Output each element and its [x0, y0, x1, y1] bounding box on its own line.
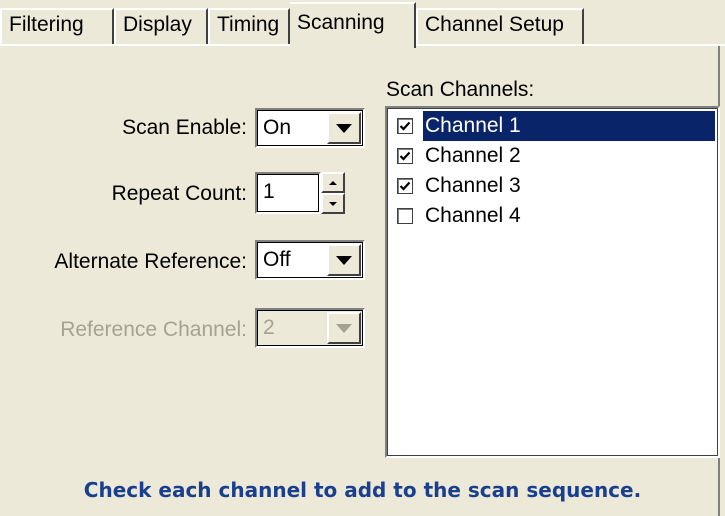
chevron-down-icon — [336, 255, 352, 265]
tab-filtering[interactable]: Filtering — [0, 8, 114, 46]
tab-label: Filtering — [9, 13, 84, 36]
list-item-label: Channel 3 — [425, 174, 521, 197]
scan-enable-label: Scan Enable: — [122, 116, 247, 139]
checkmark-icon — [399, 151, 411, 161]
checkmark-icon — [399, 121, 411, 131]
scan-enable-value: On — [263, 116, 292, 139]
tab-channel-setup[interactable]: Channel Setup — [416, 8, 584, 46]
alternate-reference-select[interactable]: Off — [255, 240, 365, 280]
alternate-reference-dropdown-button[interactable] — [327, 244, 361, 276]
chevron-down-icon — [336, 323, 352, 333]
reference-channel-label: Reference Channel: — [60, 318, 247, 341]
chevron-down-icon — [336, 123, 352, 133]
list-item-channel-2[interactable]: Channel 2 — [390, 141, 715, 171]
list-item-label: Channel 4 — [425, 204, 521, 227]
checkmark-icon — [399, 181, 411, 191]
scan-enable-dropdown-button[interactable] — [327, 112, 361, 144]
checkbox-channel-4[interactable] — [397, 208, 413, 224]
repeat-count-increment[interactable] — [321, 172, 345, 193]
list-item-channel-4[interactable]: Channel 4 — [390, 201, 715, 231]
list-item-label: Channel 1 — [423, 111, 715, 141]
tab-display[interactable]: Display — [114, 8, 208, 46]
reference-channel-value: 2 — [263, 316, 275, 339]
alternate-reference-label: Alternate Reference: — [54, 250, 247, 273]
alternate-reference-value: Off — [263, 248, 291, 271]
tab-label: Scanning — [297, 11, 385, 34]
repeat-count-decrement[interactable] — [321, 193, 345, 214]
reference-channel-select: 2 — [255, 308, 365, 348]
repeat-count-value: 1 — [263, 180, 275, 203]
tab-scanning[interactable]: Scanning — [290, 2, 416, 48]
scan-enable-select[interactable]: On — [255, 108, 365, 148]
checkbox-channel-3[interactable] — [397, 178, 413, 194]
hint-text: Check each channel to add to the scan se… — [83, 478, 642, 502]
tab-strip: Filtering Display Timing Scanning Channe… — [0, 0, 725, 48]
tab-label: Display — [123, 13, 192, 36]
arrow-up-icon — [329, 180, 337, 185]
tab-label: Timing — [217, 13, 280, 36]
tab-label: Channel Setup — [425, 13, 564, 36]
checkbox-channel-1[interactable] — [397, 118, 413, 134]
repeat-count-label: Repeat Count: — [111, 182, 247, 205]
arrow-down-icon — [329, 201, 337, 206]
scan-channels-list[interactable]: Channel 1 Channel 2 Channel 3 Channel 4 — [385, 106, 720, 458]
scan-channels-heading: Scan Channels: — [386, 78, 535, 101]
tab-timing[interactable]: Timing — [208, 8, 290, 46]
reference-channel-dropdown-button — [327, 312, 361, 344]
repeat-count-input[interactable]: 1 — [255, 172, 321, 214]
checkbox-channel-2[interactable] — [397, 148, 413, 164]
list-item-label: Channel 2 — [425, 144, 521, 167]
list-item-channel-3[interactable]: Channel 3 — [390, 171, 715, 201]
list-item-channel-1[interactable]: Channel 1 — [390, 111, 715, 141]
